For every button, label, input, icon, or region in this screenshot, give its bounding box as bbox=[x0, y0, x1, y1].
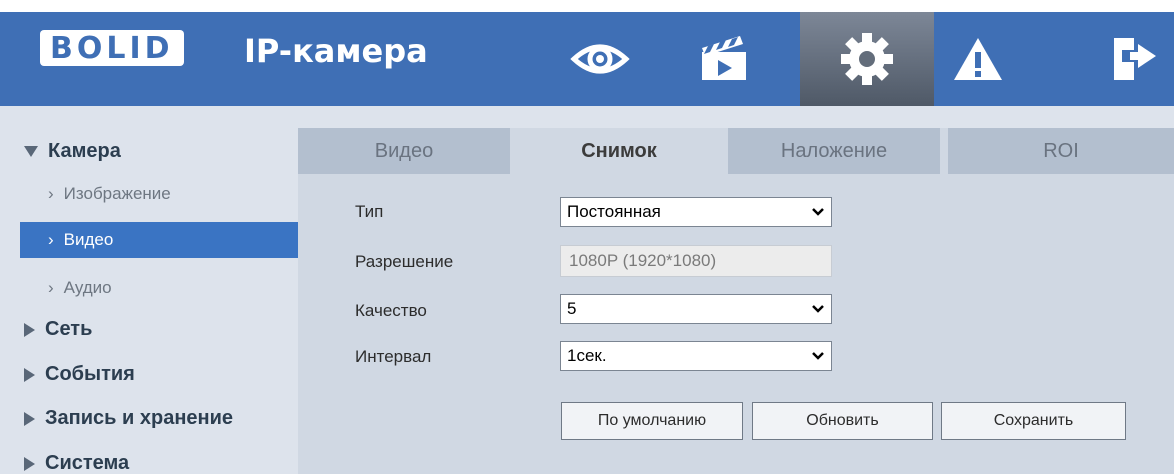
menu-camera[interactable]: Камера bbox=[24, 140, 121, 163]
type-select-value: Постоянная bbox=[567, 202, 661, 221]
caret-right-icon bbox=[24, 456, 35, 471]
submenu-video-label: Видео bbox=[63, 230, 114, 249]
menu-events-label: События bbox=[45, 363, 135, 385]
chevron-right-icon: › bbox=[48, 230, 54, 249]
menu-network[interactable]: Сеть bbox=[24, 318, 92, 341]
chevron-right-icon: › bbox=[48, 278, 54, 297]
caret-right-icon bbox=[24, 367, 35, 382]
type-select[interactable]: Постоянная bbox=[560, 197, 832, 227]
submenu-image[interactable]: › Изображение bbox=[48, 184, 171, 204]
quality-select-value: 5 bbox=[567, 299, 577, 318]
menu-camera-label: Камера bbox=[48, 140, 121, 162]
interval-select[interactable]: 1сек. bbox=[560, 341, 832, 371]
submenu-image-label: Изображение bbox=[63, 184, 171, 203]
menu-system[interactable]: Система bbox=[24, 452, 129, 475]
chevron-right-icon: › bbox=[48, 184, 54, 203]
brand-text: BOLID bbox=[50, 30, 174, 66]
submenu-audio[interactable]: › Аудио bbox=[48, 278, 112, 298]
quality-select[interactable]: 5 bbox=[560, 294, 832, 324]
menu-storage-label: Запись и хранение bbox=[45, 407, 234, 429]
bolid-logo: BOLID bbox=[40, 29, 184, 67]
refresh-button[interactable]: Обновить bbox=[752, 402, 933, 440]
menu-storage[interactable]: Запись и хранение bbox=[24, 407, 233, 430]
default-button[interactable]: По умолчанию bbox=[561, 402, 743, 440]
menu-network-label: Сеть bbox=[45, 318, 93, 340]
save-button[interactable]: Сохранить bbox=[941, 402, 1126, 440]
caret-right-icon bbox=[24, 322, 35, 337]
nav-playback[interactable] bbox=[674, 12, 774, 106]
caret-right-icon bbox=[24, 411, 35, 426]
nav-live-view[interactable] bbox=[550, 12, 650, 106]
resolution-field: 1080P (1920*1080) bbox=[560, 245, 832, 277]
quality-label: Качество bbox=[355, 301, 427, 320]
resolution-label: Разрешение bbox=[355, 252, 454, 271]
nav-logout[interactable] bbox=[1096, 12, 1174, 106]
caret-down-icon bbox=[24, 146, 38, 157]
tab-roi[interactable]: ROI bbox=[948, 128, 1174, 174]
submenu-video[interactable]: › Видео bbox=[20, 222, 298, 258]
chevron-down-icon bbox=[812, 352, 824, 360]
tab-video[interactable]: Видео bbox=[298, 128, 510, 174]
interval-label: Интервал bbox=[355, 347, 432, 366]
tab-snapshot[interactable]: Снимок bbox=[518, 128, 720, 174]
chevron-down-icon bbox=[812, 208, 824, 216]
menu-system-label: Система bbox=[45, 452, 130, 474]
chevron-down-icon bbox=[812, 305, 824, 313]
menu-events[interactable]: События bbox=[24, 363, 135, 386]
nav-settings[interactable] bbox=[800, 12, 934, 106]
tab-overlay[interactable]: Наложение bbox=[728, 128, 940, 174]
product-title: IP-камера bbox=[244, 32, 428, 70]
gear-icon bbox=[841, 33, 893, 85]
eye-icon bbox=[570, 44, 630, 74]
submenu-audio-label: Аудио bbox=[63, 278, 112, 297]
logout-icon bbox=[1114, 38, 1156, 80]
type-label: Тип bbox=[355, 202, 384, 221]
clapperboard-icon bbox=[702, 36, 746, 80]
warning-icon bbox=[954, 38, 1002, 80]
nav-alarm[interactable] bbox=[928, 12, 1028, 106]
tab-strip-background bbox=[298, 106, 1174, 128]
interval-select-value: 1сек. bbox=[567, 346, 607, 365]
